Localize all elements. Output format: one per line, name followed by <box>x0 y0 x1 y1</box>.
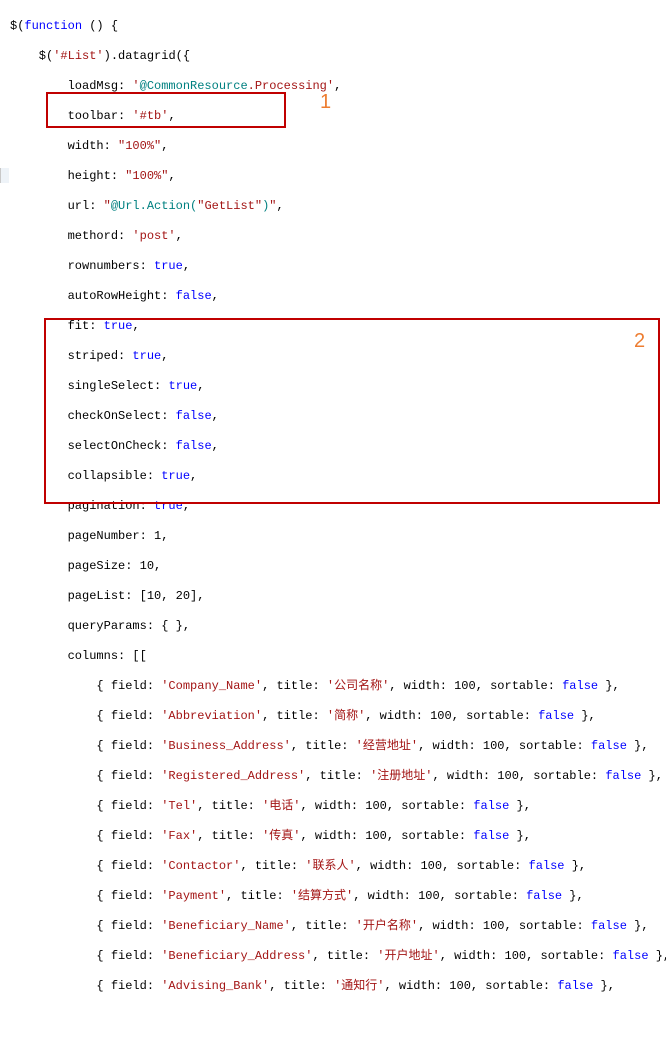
code-line: singleSelect: true, <box>10 379 666 394</box>
gutter-collapse-marker <box>0 168 9 183</box>
code-line: queryParams: { }, <box>10 619 666 634</box>
code-line: width: "100%", <box>10 139 666 154</box>
code-block: $(function () { $('#List').datagrid({ lo… <box>0 0 666 1052</box>
code-line: url: "@Url.Action("GetList")", <box>10 199 666 214</box>
code-line: striped: true, <box>10 349 666 364</box>
code-line: collapsible: true, <box>10 469 666 484</box>
code-line: { field: 'Payment', title: '结算方式', width… <box>10 889 666 904</box>
code-line: $(function () { <box>10 19 666 34</box>
code-line: fit: true, <box>10 319 666 334</box>
code-line: height: "100%", <box>10 169 666 184</box>
code-line: { field: 'Abbreviation', title: '简称', wi… <box>10 709 666 724</box>
code-line: { field: 'Tel', title: '电话', width: 100,… <box>10 799 666 814</box>
code-line: rownumbers: true, <box>10 259 666 274</box>
code-line: toolbar: '#tb', <box>10 109 666 124</box>
annotation-label-1: 1 <box>320 95 331 110</box>
code-line: { field: 'Registered_Address', title: '注… <box>10 769 666 784</box>
code-line: methord: 'post', <box>10 229 666 244</box>
code-line: { field: 'Business_Address', title: '经营地… <box>10 739 666 754</box>
code-line: pageSize: 10, <box>10 559 666 574</box>
code-line: { field: 'Contactor', title: '联系人', widt… <box>10 859 666 874</box>
code-line: { field: 'Advising_Bank', title: '通知行', … <box>10 979 666 994</box>
code-line: { field: 'Company_Name', title: '公司名称', … <box>10 679 666 694</box>
code-line: loadMsg: '@CommonResource.Processing', <box>10 79 666 94</box>
code-line: columns: [[ <box>10 649 666 664</box>
code-line: { field: 'Beneficiary_Address', title: '… <box>10 949 666 964</box>
code-line: $('#List').datagrid({ <box>10 49 666 64</box>
code-line: selectOnCheck: false, <box>10 439 666 454</box>
annotation-label-2: 2 <box>634 334 645 349</box>
code-line: pagination: true, <box>10 499 666 514</box>
code-line: pageNumber: 1, <box>10 529 666 544</box>
code-line: { field: 'Fax', title: '传真', width: 100,… <box>10 829 666 844</box>
code-line: pageList: [10, 20], <box>10 589 666 604</box>
code-line: autoRowHeight: false, <box>10 289 666 304</box>
code-line: checkOnSelect: false, <box>10 409 666 424</box>
code-line: { field: 'Beneficiary_Name', title: '开户名… <box>10 919 666 934</box>
